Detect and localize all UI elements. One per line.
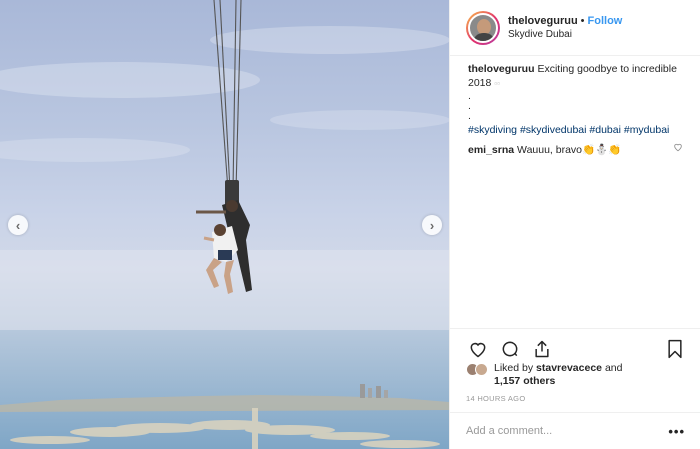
likes-summary: Liked by stavrevacece and 1,157 others [466, 362, 622, 388]
caption-dot: . [468, 100, 471, 112]
save-button[interactable] [663, 337, 687, 361]
caption-dots: . . . [468, 90, 683, 122]
carousel-prev-button[interactable]: ‹ [8, 215, 28, 235]
avatar[interactable] [466, 10, 500, 45]
post-timestamp[interactable]: 14 HOURS AGO [466, 394, 525, 403]
comment-input[interactable] [466, 425, 669, 437]
chevron-right-icon: › [429, 217, 435, 233]
likes-prefix: Liked by [494, 362, 534, 374]
add-comment-bar: ••• [450, 412, 700, 449]
post-author-username[interactable]: theloveguruu [508, 14, 578, 28]
more-options-icon[interactable]: ••• [668, 424, 685, 439]
post-photo[interactable]: ‹ › [0, 0, 449, 449]
caption-hashtags[interactable]: #skydiving #skydivedubai #dubai #mydubai [468, 123, 683, 137]
comment-button[interactable] [498, 337, 522, 361]
heart-icon [470, 342, 486, 357]
post-location[interactable]: Skydive Dubai [508, 28, 622, 42]
avatar-shirt [473, 32, 495, 41]
header-separator: • [580, 14, 585, 27]
likes-others[interactable]: 1,157 others [494, 375, 555, 387]
skydive-illustration [0, 0, 449, 449]
share-button[interactable] [530, 337, 554, 361]
likes-user[interactable]: stavrevacece [536, 362, 602, 374]
comment-row: emi_srna Wauuu, bravo👏⛄👏 [468, 142, 683, 157]
post-actions-bar [450, 328, 700, 362]
likes-and: and [604, 362, 623, 374]
likes-text: Liked by stavrevacece and 1,157 others [494, 362, 622, 388]
bookmark-icon [668, 339, 682, 358]
share-icon [535, 340, 549, 357]
heart-icon [674, 143, 682, 152]
liker-avatars [466, 363, 488, 376]
comments-section: theloveguruu Exciting goodbye to incredi… [450, 62, 700, 157]
chevron-left-icon: ‹ [15, 217, 21, 233]
post-header-text: theloveguruu • Follow Skydive Dubai [508, 14, 622, 42]
comment-text: Wauuu, bravo👏⛄👏 [517, 143, 622, 156]
like-button[interactable] [466, 337, 490, 361]
caption-dot: . [468, 90, 471, 102]
post-details-panel: theloveguruu • Follow Skydive Dubai thel… [449, 0, 700, 449]
caption-username[interactable]: theloveguruu [468, 63, 535, 75]
comment-icon [502, 341, 518, 356]
post-header: theloveguruu • Follow Skydive Dubai [450, 0, 700, 56]
comment-like-heart-icon[interactable] [673, 142, 683, 157]
avatar-image [468, 12, 498, 43]
follow-button[interactable]: Follow [588, 14, 623, 28]
post-header-line: theloveguruu • Follow [508, 14, 622, 28]
post-caption: theloveguruu Exciting goodbye to incredi… [468, 62, 683, 137]
comment-username[interactable]: emi_srna [468, 144, 514, 156]
caption-dot: . [468, 110, 471, 122]
comment-body: emi_srna Wauuu, bravo👏⛄👏 [468, 143, 621, 157]
caption-emoji: ▫▫ [494, 79, 500, 88]
liker-avatar[interactable] [475, 363, 488, 376]
carousel-next-button[interactable]: › [422, 215, 442, 235]
